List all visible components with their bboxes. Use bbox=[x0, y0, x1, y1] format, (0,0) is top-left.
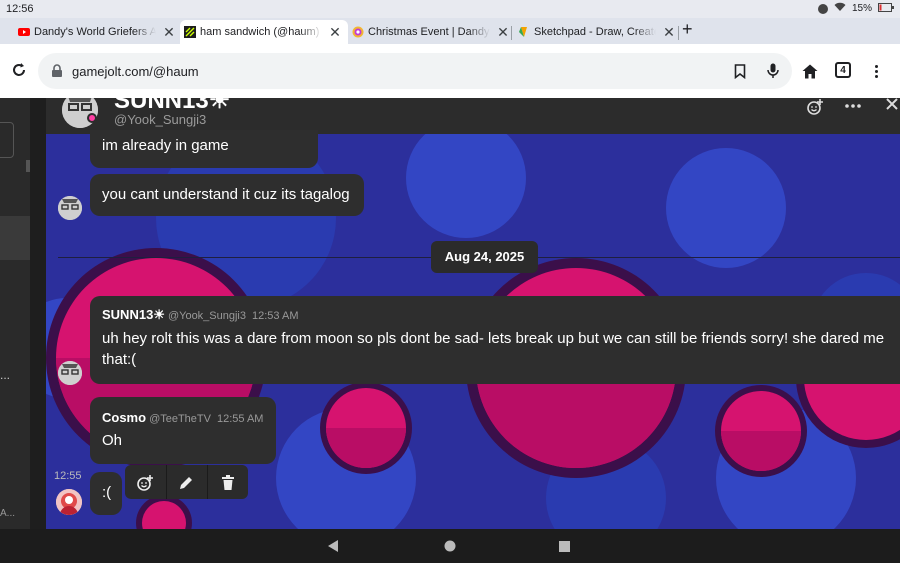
battery-percent: 15% bbox=[851, 3, 872, 14]
back-icon[interactable] bbox=[325, 538, 341, 554]
close-icon[interactable]: ✕ bbox=[328, 24, 342, 41]
message-author[interactable]: SUNN13☀ bbox=[102, 307, 165, 322]
bookmark-icon[interactable] bbox=[732, 63, 748, 79]
message-bubble[interactable]: you cant understand it cuz its tagalog bbox=[90, 174, 364, 216]
address-bar[interactable]: gamejolt.com/@haum bbox=[38, 53, 792, 89]
add-reaction-button[interactable] bbox=[135, 473, 155, 493]
avatar[interactable] bbox=[58, 361, 82, 385]
browser-toolbar: gamejolt.com/@haum 4 bbox=[0, 44, 900, 98]
close-chat-icon[interactable] bbox=[884, 98, 900, 112]
message-handle[interactable]: @TeeTheTV bbox=[149, 413, 211, 425]
message-timestamp: 12:53 AM bbox=[252, 310, 299, 322]
add-reaction-icon[interactable] bbox=[804, 98, 826, 118]
browser-tab[interactable]: Sketchpad - Draw, Create, Sl ✕ bbox=[514, 20, 680, 44]
system-nav-bar bbox=[0, 529, 900, 563]
close-icon[interactable]: ✕ bbox=[162, 24, 176, 41]
message-meta: SUNN13☀ @Yook_Sungji3 12:53 AM bbox=[102, 306, 298, 324]
youtube-icon bbox=[18, 26, 30, 38]
message-text: :( bbox=[102, 484, 112, 501]
browser-tab[interactable]: Christmas Event | Dandy's W ✕ bbox=[348, 20, 514, 44]
date-divider-label: Aug 24, 2025 bbox=[444, 249, 525, 264]
microphone-icon[interactable] bbox=[765, 63, 781, 79]
actions-divider bbox=[207, 465, 208, 499]
tab-divider bbox=[511, 26, 512, 40]
sidebar-input[interactable] bbox=[0, 122, 14, 158]
message-text: im already in game bbox=[102, 137, 229, 154]
wiki-icon bbox=[352, 26, 364, 38]
chat-window: SUNN13☀ @Yook_Sungji3 im already in game… bbox=[46, 98, 900, 529]
edit-button[interactable] bbox=[176, 473, 196, 493]
message-author[interactable]: Cosmo bbox=[102, 410, 146, 425]
status-icons: 15% bbox=[817, 2, 894, 15]
message-bubble[interactable]: im already in game bbox=[90, 130, 318, 168]
tab-strip: Dandy's World Griefers Are I ✕ ham sandw… bbox=[0, 18, 900, 44]
status-time: 12:56 bbox=[6, 3, 34, 15]
left-sidebar: ... A... bbox=[0, 98, 30, 529]
actions-divider bbox=[166, 465, 167, 499]
message-timestamp: 12:55 AM bbox=[216, 413, 264, 425]
delete-button[interactable] bbox=[218, 473, 238, 493]
message-side-time: 12:55 bbox=[54, 470, 82, 482]
online-status-dot bbox=[87, 113, 97, 123]
wifi-icon bbox=[834, 2, 846, 15]
url-text: gamejolt.com/@haum bbox=[72, 64, 199, 79]
home-nav-icon[interactable] bbox=[442, 538, 458, 554]
more-menu-icon[interactable] bbox=[868, 61, 884, 81]
header-handle: @Yook_Sungji3 bbox=[114, 112, 207, 127]
avatar[interactable] bbox=[58, 196, 82, 220]
message-handle[interactable]: @Yook_Sungji3 bbox=[168, 310, 246, 322]
battery-icon bbox=[878, 2, 894, 15]
status-bar: 12:56 15% bbox=[0, 0, 900, 18]
sketchpad-icon bbox=[518, 26, 530, 38]
sidebar-ellipsis: ... bbox=[0, 368, 11, 382]
browser-tab-active[interactable]: ham sandwich (@haum) - G ✕ bbox=[180, 20, 348, 44]
site-info-icon[interactable] bbox=[50, 64, 64, 78]
tab-title: Christmas Event | Dandy's W bbox=[368, 26, 490, 38]
chat-header: SUNN13☀ @Yook_Sungji3 bbox=[46, 98, 900, 134]
sidebar-scrollbar[interactable] bbox=[26, 160, 30, 172]
message-bubble[interactable]: :( bbox=[90, 472, 122, 515]
new-tab-button[interactable]: + bbox=[682, 19, 693, 40]
home-icon[interactable] bbox=[800, 61, 820, 81]
message-actions bbox=[125, 465, 248, 499]
tab-count: 4 bbox=[840, 64, 846, 76]
recents-icon[interactable] bbox=[556, 538, 572, 554]
message-text: uh hey rolt this was a dare from moon so… bbox=[102, 330, 885, 368]
message-text: you cant understand it cuz its tagalog bbox=[102, 186, 350, 203]
sidebar-truncated-text: A... bbox=[0, 508, 16, 519]
message-bubble[interactable]: SUNN13☀ @Yook_Sungji3 12:53 AM uh hey rolt… bbox=[90, 296, 900, 384]
close-icon[interactable]: ✕ bbox=[496, 24, 510, 41]
options-icon[interactable] bbox=[842, 98, 864, 114]
alarm-icon bbox=[817, 3, 828, 14]
date-divider: Aug 24, 2025 bbox=[431, 241, 538, 273]
own-avatar[interactable] bbox=[56, 489, 82, 515]
tab-title: Dandy's World Griefers Are I bbox=[34, 26, 156, 38]
tab-switcher-button[interactable]: 4 bbox=[835, 62, 851, 78]
message-text: Oh bbox=[102, 432, 123, 449]
close-icon[interactable]: ✕ bbox=[662, 24, 676, 41]
tab-title: Sketchpad - Draw, Create, Sl bbox=[534, 26, 656, 38]
browser-tab[interactable]: Dandy's World Griefers Are I ✕ bbox=[14, 20, 180, 44]
tab-title: ham sandwich (@haum) - G bbox=[200, 26, 322, 38]
message-meta: Cosmo @TeeTheTV 12:55 AM bbox=[102, 409, 263, 427]
sidebar-item-selected[interactable] bbox=[0, 216, 30, 260]
page-content: ... A... SUNN13☀ @Yook_Sungji3 im alread… bbox=[0, 98, 900, 529]
reload-icon[interactable] bbox=[8, 59, 30, 81]
gamejolt-icon bbox=[184, 26, 196, 38]
tab-divider bbox=[678, 26, 679, 40]
message-bubble[interactable]: Cosmo @TeeTheTV 12:55 AM Oh bbox=[90, 397, 276, 464]
